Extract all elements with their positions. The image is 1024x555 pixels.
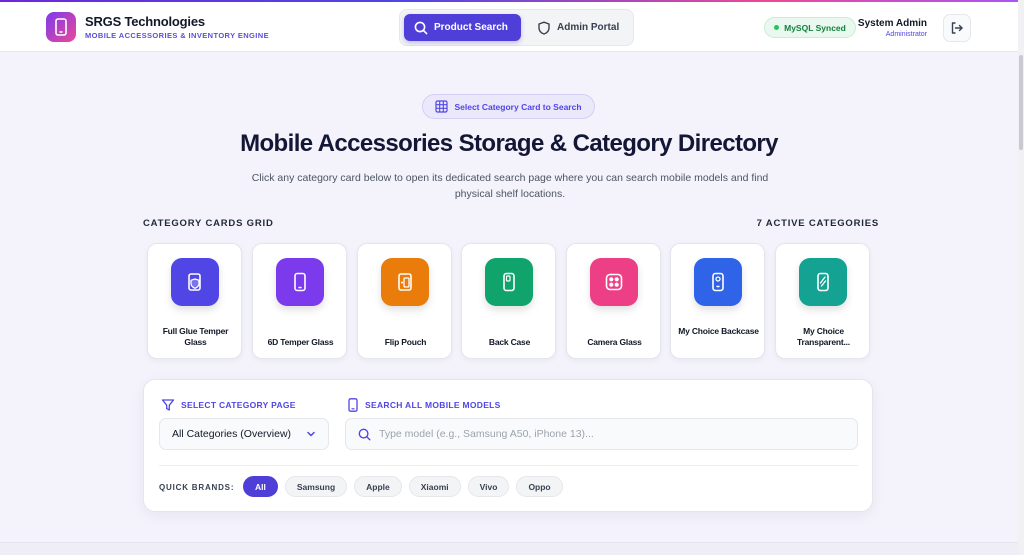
brand-chip-oppo[interactable]: Oppo	[516, 476, 563, 497]
category-card-back-case[interactable]: Back Case	[461, 243, 556, 359]
quick-brands-label: QUICK BRANDS:	[159, 483, 235, 492]
shield-phone-icon	[171, 258, 219, 306]
sync-status-label: MySQL Synced	[784, 22, 846, 33]
search-models-label: SEARCH ALL MOBILE MODELS	[365, 400, 501, 410]
app-header: SRGS Technologies MOBILE ACCESSORIES & I…	[0, 2, 1018, 52]
admin-portal-tab[interactable]: Admin Portal	[527, 14, 631, 41]
category-label: Full Glue Temper Glass	[162, 326, 229, 347]
hero-pill-label: Select Category Card to Search	[454, 101, 582, 112]
search-icon	[414, 21, 428, 34]
category-card-6d-temper-glass[interactable]: 6D Temper Glass	[252, 243, 347, 359]
user-name: System Admin	[857, 18, 927, 29]
product-search-label: Product Search	[434, 22, 508, 33]
category-card-my-choice-backcase[interactable]: My Choice Backcase	[670, 243, 765, 359]
back-case-icon	[485, 258, 533, 306]
smartphone-icon	[348, 398, 358, 412]
chevron-down-icon	[307, 431, 315, 437]
quick-brand-chips: All Samsung Apple Xiaomi Vivo Oppo	[243, 476, 563, 497]
product-search-tab[interactable]: Product Search	[404, 14, 521, 41]
category-label: My Choice Transparent...	[797, 326, 850, 347]
sync-status-badge: MySQL Synced	[764, 17, 856, 38]
brand-logo[interactable]	[46, 12, 76, 42]
category-select[interactable]: All Categories (Overview)	[159, 418, 329, 450]
brand-name: SRGS Technologies	[85, 14, 205, 29]
filter-icon	[161, 399, 175, 411]
model-search-field[interactable]	[345, 418, 858, 450]
bottom-section-edge	[0, 542, 1018, 555]
scrollbar-thumb[interactable]	[1019, 55, 1023, 150]
search-filter-panel: SELECT CATEGORY PAGE All Categories (Ove…	[143, 379, 873, 512]
shield-icon	[538, 21, 550, 35]
grid-icon	[435, 100, 449, 113]
camera-lens-icon	[590, 258, 638, 306]
page-title: Mobile Accessories Storage & Category Di…	[240, 130, 778, 157]
transparent-case-icon	[799, 258, 847, 306]
flip-cover-icon	[381, 258, 429, 306]
backcase-camera-icon	[694, 258, 742, 306]
grid-section-label: CATEGORY CARDS GRID	[143, 218, 274, 229]
search-icon	[358, 428, 371, 441]
category-label: 6D Temper Glass	[267, 337, 334, 347]
brand-chip-all[interactable]: All	[243, 476, 278, 497]
brand-chip-apple[interactable]: Apple	[354, 476, 402, 497]
smartphone-logo-icon	[55, 18, 67, 36]
category-card-camera-glass[interactable]: Camera Glass	[566, 243, 661, 359]
active-categories-count: 7 ACTIVE CATEGORIES	[756, 218, 879, 229]
category-label: Back Case	[488, 337, 531, 347]
page-subtitle: Click any category card below to open it…	[251, 172, 769, 200]
brand-tagline: MOBILE ACCESSORIES & INVENTORY ENGINE	[85, 31, 269, 40]
panel-divider	[159, 465, 858, 466]
category-card-flip-pouch[interactable]: Flip Pouch	[357, 243, 452, 359]
main-nav: Product Search Admin Portal	[399, 9, 634, 46]
page-scrollbar[interactable]	[1018, 0, 1024, 555]
status-dot-icon	[774, 25, 780, 30]
brand-chip-samsung[interactable]: Samsung	[284, 476, 348, 497]
model-search-input[interactable]	[379, 428, 845, 440]
category-label: Camera Glass	[587, 337, 642, 347]
category-card-my-choice-transparent[interactable]: My Choice Transparent...	[775, 243, 870, 359]
logout-icon	[951, 22, 963, 34]
hero-pill: Select Category Card to Search	[422, 94, 595, 119]
select-category-section-label: SELECT CATEGORY PAGE	[161, 398, 296, 412]
smartphone-icon	[276, 258, 324, 306]
select-category-label: SELECT CATEGORY PAGE	[181, 400, 296, 410]
brand-chip-xiaomi[interactable]: Xiaomi	[408, 476, 461, 497]
category-label: Flip Pouch	[384, 337, 427, 347]
category-select-value: All Categories (Overview)	[172, 428, 292, 440]
category-label: My Choice Backcase	[678, 326, 759, 336]
category-card-full-glue-temper-glass[interactable]: Full Glue Temper Glass	[147, 243, 242, 359]
logout-button[interactable]	[943, 14, 971, 42]
admin-portal-label: Admin Portal	[557, 22, 620, 33]
search-models-section-label: SEARCH ALL MOBILE MODELS	[347, 398, 501, 412]
user-role: Administrator	[885, 31, 927, 38]
brand-chip-vivo[interactable]: Vivo	[467, 476, 510, 497]
